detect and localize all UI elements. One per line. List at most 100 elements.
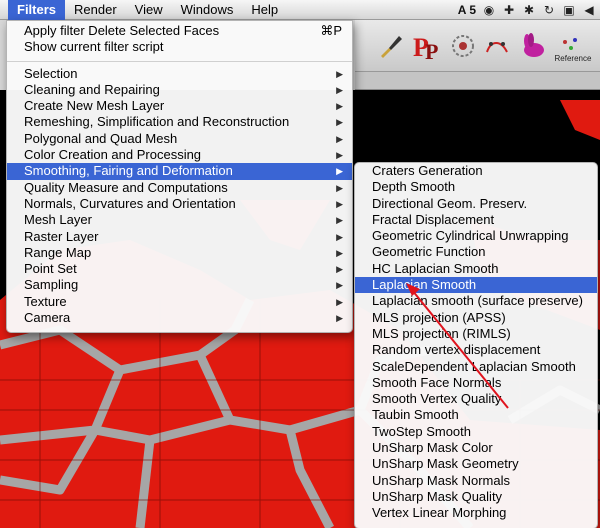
plus-icon[interactable]: ✚: [502, 3, 516, 17]
menu-separator: [7, 60, 352, 62]
chevron-right-icon: ▶: [336, 264, 343, 275]
smoothing-submenu: Craters Generation Depth Smooth Directiona…: [354, 162, 598, 528]
submenu-item[interactable]: Range Map ▶: [7, 245, 352, 261]
menu-item-label: Texture: [24, 293, 67, 309]
menu-item[interactable]: TwoStep Smooth: [355, 424, 597, 440]
chevron-right-icon: ▶: [336, 84, 343, 95]
menu-item-label: Apply filter Delete Selected Faces: [24, 23, 220, 38]
menu-item-label: Show current filter script: [24, 39, 164, 55]
menu-item-label: Color Creation and Processing: [24, 147, 202, 163]
menu-item-label: Remeshing, Simplification and Reconstruc…: [24, 114, 290, 130]
submenu-item[interactable]: Smoothing, Fairing and Deformation ▶: [7, 163, 352, 180]
menu-item[interactable]: Smooth Face Normals: [355, 375, 597, 391]
menu-help[interactable]: Help: [242, 0, 287, 20]
menu-item[interactable]: Random vertex displacement: [355, 342, 597, 358]
submenu-item[interactable]: Point Set ▶: [7, 261, 352, 277]
paintbrush-icon[interactable]: [377, 32, 405, 60]
menu-item[interactable]: Craters Generation: [355, 163, 597, 179]
submenu-item[interactable]: Selection ▶: [7, 66, 352, 82]
menu-item-label: Polygonal and Quad Mesh: [24, 130, 178, 146]
chevron-right-icon: ▶: [336, 117, 343, 128]
chevron-right-icon: ▶: [336, 215, 343, 226]
menu-item-label: Smoothing, Fairing and Deformation: [24, 163, 233, 179]
toolbar: PP Reference: [355, 20, 600, 72]
chevron-right-icon: ▶: [336, 280, 343, 291]
svg-text:P: P: [425, 39, 438, 62]
menu-item[interactable]: UnSharp Mask Geometry: [355, 456, 597, 472]
flask-icon[interactable]: [449, 32, 477, 60]
filters-menu: Apply filter Delete Selected Faces ⌘P Sh…: [6, 20, 353, 334]
chevron-right-icon: ▶: [336, 150, 343, 161]
menu-item[interactable]: Vertex Linear Morphing: [355, 505, 597, 521]
menu-item-label: Mesh Layer: [24, 212, 92, 228]
submenu-item[interactable]: Mesh Layer ▶: [7, 212, 352, 228]
menu-item-label: Point Set: [24, 261, 77, 277]
menu-item[interactable]: Smooth Vertex Quality: [355, 391, 597, 407]
menu-item[interactable]: Fractal Displacement: [355, 212, 597, 228]
menu-item[interactable]: Directional Geom. Preserv.: [355, 196, 597, 212]
submenu-item[interactable]: Polygonal and Quad Mesh ▶: [7, 131, 352, 147]
submenu-item[interactable]: Raster Layer ▶: [7, 229, 352, 245]
chevron-right-icon: ▶: [336, 247, 343, 258]
chevron-right-icon: ▶: [336, 313, 343, 324]
chevron-right-icon: ▶: [336, 296, 343, 307]
submenu-item[interactable]: Normals, Curvatures and Orientation ▶: [7, 196, 352, 212]
chevron-right-icon: ▶: [336, 231, 343, 242]
bluetooth-icon[interactable]: ✱: [522, 3, 536, 17]
menu-item[interactable]: Laplacian smooth (surface preserve): [355, 293, 597, 309]
menu-item-label: Create New Mesh Layer: [24, 98, 165, 114]
menu-item[interactable]: ScaleDependent Laplacian Smooth: [355, 359, 597, 375]
submenu-item[interactable]: Color Creation and Processing ▶: [7, 147, 352, 163]
shortcut-label: ⌘P: [320, 23, 342, 38]
menu-item-label: Selection: [24, 65, 78, 81]
reference-icon[interactable]: Reference: [553, 32, 593, 63]
menu-item[interactable]: UnSharp Mask Color: [355, 440, 597, 456]
submenu-item[interactable]: Texture ▶: [7, 294, 352, 310]
bunny-icon[interactable]: [519, 32, 547, 60]
menu-item-label: Normals, Curvatures and Orientation: [24, 195, 236, 211]
menu-item[interactable]: MLS projection (APSS): [355, 310, 597, 326]
wifi-icon[interactable]: ◉: [482, 3, 496, 17]
menu-item[interactable]: UnSharp Mask Normals: [355, 473, 597, 489]
menu-item-apply-filter[interactable]: Apply filter Delete Selected Faces ⌘P: [7, 23, 352, 39]
chevron-right-icon: ▶: [336, 198, 343, 209]
menu-item-label: Sampling: [24, 277, 79, 293]
menu-item[interactable]: Geometric Cylindrical Unwrapping: [355, 228, 597, 244]
submenu-item[interactable]: Remeshing, Simplification and Reconstruc…: [7, 114, 352, 130]
menu-item[interactable]: UnSharp Mask Quality: [355, 489, 597, 505]
lock-icon[interactable]: ▣: [562, 3, 576, 17]
status-text[interactable]: A 5: [458, 3, 476, 17]
sync-icon[interactable]: ↻: [542, 3, 556, 17]
chevron-right-icon: ▶: [336, 101, 343, 112]
menu-item[interactable]: Depth Smooth: [355, 179, 597, 195]
chevron-right-icon: ▶: [336, 182, 343, 193]
menu-item-label: Camera: [24, 310, 71, 326]
menu-item-label: Raster Layer: [24, 228, 99, 244]
menubar-status-area: A 5 ◉ ✚ ✱ ↻ ▣ ◀: [458, 0, 596, 20]
reference-label: Reference: [554, 54, 592, 63]
menu-filters[interactable]: Filters: [8, 0, 66, 20]
chevron-right-icon: ▶: [336, 133, 343, 144]
menu-windows[interactable]: Windows: [172, 0, 243, 20]
menu-item-label: Range Map: [24, 244, 92, 260]
menu-render[interactable]: Render: [65, 0, 126, 20]
menu-item-show-script[interactable]: Show current filter script: [7, 39, 352, 55]
pp-icon[interactable]: PP: [411, 32, 443, 64]
tool-icon[interactable]: [483, 32, 511, 60]
menu-item[interactable]: HC Laplacian Smooth: [355, 261, 597, 277]
menu-item-label: Quality Measure and Computations: [24, 179, 228, 195]
menu-item[interactable]: Taubin Smooth: [355, 407, 597, 423]
menu-item[interactable]: Geometric Function: [355, 244, 597, 260]
submenu-item[interactable]: Sampling ▶: [7, 277, 352, 293]
submenu-item[interactable]: Cleaning and Repairing ▶: [7, 82, 352, 98]
volume-icon[interactable]: ◀: [582, 3, 596, 17]
menu-item[interactable]: MLS projection (RIMLS): [355, 326, 597, 342]
menu-view[interactable]: View: [126, 0, 172, 20]
menu-item[interactable]: Laplacian Smooth: [355, 277, 597, 294]
submenu-item[interactable]: Camera ▶: [7, 310, 352, 326]
chevron-right-icon: ▶: [336, 68, 343, 79]
tab-strip: [355, 72, 600, 90]
menu-item-label: Cleaning and Repairing: [24, 81, 160, 97]
submenu-item[interactable]: Create New Mesh Layer ▶: [7, 98, 352, 114]
submenu-item[interactable]: Quality Measure and Computations ▶: [7, 180, 352, 196]
